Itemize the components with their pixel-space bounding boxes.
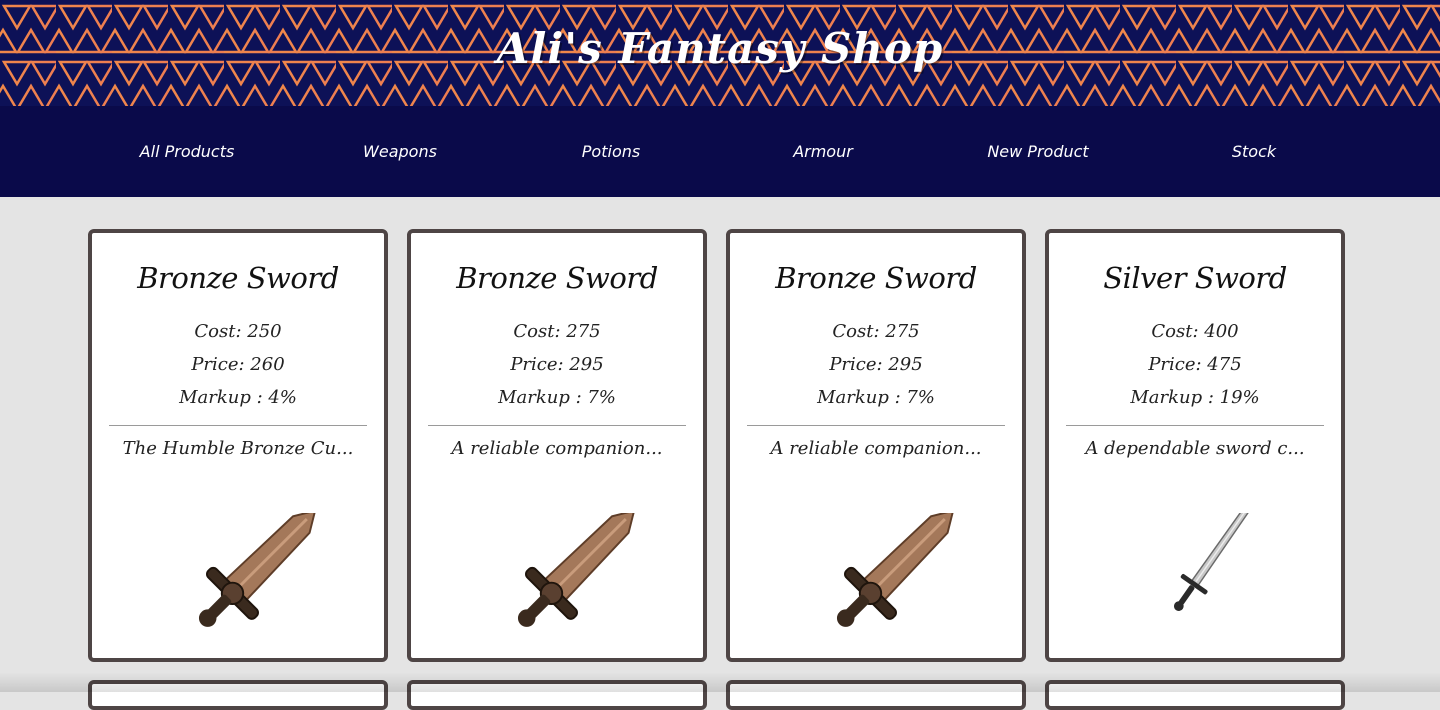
product-cost: Cost: 400	[1151, 321, 1239, 342]
card-divider	[1066, 425, 1324, 426]
product-card[interactable]: Silver Sword Cost: 400 Price: 475 Markup…	[1045, 229, 1345, 662]
product-name: Bronze Sword	[456, 261, 658, 295]
product-price: Price: 260	[191, 354, 285, 375]
product-card[interactable]: Bronze Sword Cost: 275 Price: 295 Markup…	[407, 229, 707, 662]
product-card-partial[interactable]	[88, 680, 388, 710]
bronze-sword-icon	[198, 513, 317, 627]
bronze-sword-icon	[517, 513, 636, 627]
product-markup: Markup : 7%	[817, 387, 935, 408]
product-card-partial[interactable]	[1045, 680, 1345, 710]
product-description: A dependable sword c...	[1085, 438, 1305, 459]
nav-potions[interactable]: Potions	[521, 142, 701, 161]
nav-all-products[interactable]: All Products	[97, 142, 277, 161]
product-cost: Cost: 275	[832, 321, 920, 342]
product-markup: Markup : 19%	[1130, 387, 1260, 408]
nav-stock[interactable]: Stock	[1164, 142, 1344, 161]
product-markup: Markup : 7%	[498, 387, 616, 408]
shop-title: Ali's Fantasy Shop	[496, 24, 944, 73]
header-banner: Ali's Fantasy Shop	[0, 0, 1440, 106]
product-card[interactable]: Bronze Sword Cost: 275 Price: 295 Markup…	[726, 229, 1026, 662]
product-name: Silver Sword	[1103, 261, 1287, 295]
product-card-partial[interactable]	[407, 680, 707, 710]
product-price: Price: 295	[829, 354, 923, 375]
product-markup: Markup : 4%	[179, 387, 297, 408]
card-divider	[109, 425, 367, 426]
card-divider	[747, 425, 1005, 426]
card-divider	[428, 425, 686, 426]
silver-sword-icon	[1173, 513, 1267, 611]
product-description: A reliable companion...	[451, 438, 663, 459]
product-description: A reliable companion...	[770, 438, 982, 459]
bronze-sword-icon	[836, 513, 955, 627]
main-nav: All Products Weapons Potions Armour New …	[0, 106, 1440, 197]
product-name: Bronze Sword	[775, 261, 977, 295]
product-price: Price: 475	[1148, 354, 1242, 375]
nav-armour[interactable]: Armour	[733, 142, 913, 161]
product-description: The Humble Bronze Cu...	[122, 438, 354, 459]
nav-weapons[interactable]: Weapons	[310, 142, 490, 161]
product-card[interactable]: Bronze Sword Cost: 250 Price: 260 Markup…	[88, 229, 388, 662]
product-card-partial[interactable]	[726, 680, 1026, 710]
product-cost: Cost: 250	[194, 321, 282, 342]
product-price: Price: 295	[510, 354, 604, 375]
nav-new-product[interactable]: New Product	[948, 142, 1128, 161]
product-name: Bronze Sword	[137, 261, 339, 295]
product-cost: Cost: 275	[513, 321, 601, 342]
